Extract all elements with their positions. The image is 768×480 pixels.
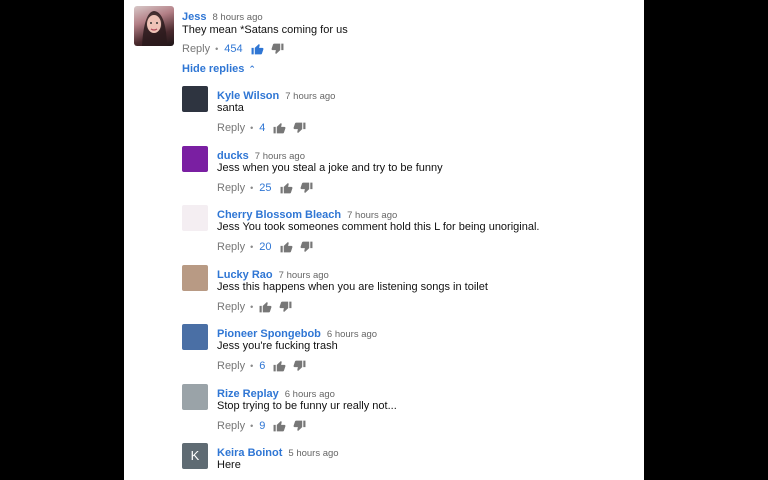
- reply-button[interactable]: Reply: [217, 122, 245, 134]
- reply-item: ducks 7 hours ago Jess when you steal a jo…: [124, 144, 644, 200]
- reply-item: Pioneer Spongebob 6 hours ago Jess you're …: [124, 322, 644, 378]
- avatar[interactable]: [182, 384, 208, 410]
- thumbs-up-icon[interactable]: [251, 43, 264, 55]
- author-name[interactable]: Keira Boinot: [217, 447, 282, 459]
- reply-button[interactable]: Reply: [217, 301, 245, 313]
- thumbs-up-icon[interactable]: [273, 420, 286, 432]
- timestamp[interactable]: 6 hours ago: [285, 389, 335, 400]
- author-name[interactable]: Rize Replay: [217, 388, 279, 400]
- hide-replies-button[interactable]: Hide replies ⌃: [182, 63, 256, 75]
- author-name[interactable]: Kyle Wilson: [217, 90, 279, 102]
- thumbs-up-icon[interactable]: [259, 301, 272, 313]
- top-comment: Jess 8 hours ago They mean *Satans coming…: [124, 0, 644, 60]
- timestamp[interactable]: 7 hours ago: [255, 151, 305, 162]
- timestamp[interactable]: 7 hours ago: [279, 270, 329, 281]
- avatar[interactable]: [182, 86, 208, 112]
- separator-dot: •: [250, 242, 254, 252]
- avatar[interactable]: [182, 324, 208, 350]
- separator-dot: •: [250, 123, 254, 133]
- thumbs-up-icon[interactable]: [273, 122, 286, 134]
- reply-button[interactable]: Reply: [182, 43, 210, 55]
- reply-item: Lucky Rao 7 hours ago Jess this happens wh…: [124, 263, 644, 319]
- separator-dot: •: [250, 421, 254, 431]
- comment-actions: Reply • 6: [217, 360, 313, 372]
- reply-button[interactable]: Reply: [217, 420, 245, 432]
- comment-text: Jess this happens when you are listening…: [217, 281, 488, 293]
- avatar[interactable]: [182, 205, 208, 231]
- thumbs-down-icon[interactable]: [293, 122, 306, 134]
- comment-actions: Reply • 454: [182, 43, 291, 55]
- timestamp[interactable]: 6 hours ago: [327, 329, 377, 340]
- comment-text: santa: [217, 102, 244, 114]
- like-count: 4: [259, 122, 266, 134]
- thumbs-down-icon[interactable]: [300, 182, 313, 194]
- thumbs-up-icon[interactable]: [280, 182, 293, 194]
- avatar-letter: K: [190, 448, 200, 463]
- comment-text: Jess You took someones comment hold this…: [217, 221, 540, 233]
- reply-button[interactable]: Reply: [217, 182, 245, 194]
- author-name[interactable]: Cherry Blossom Bleach: [217, 209, 341, 221]
- thumbs-down-icon[interactable]: [293, 360, 306, 372]
- avatar[interactable]: [182, 265, 208, 291]
- separator-dot: •: [250, 183, 254, 193]
- separator-dot: •: [215, 44, 219, 54]
- comment-text: Jess you're fucking trash: [217, 340, 338, 352]
- like-count: 6: [259, 360, 266, 372]
- thumbs-down-icon[interactable]: [279, 301, 292, 313]
- author-name[interactable]: Lucky Rao: [217, 269, 273, 281]
- reply-item: Cherry Blossom Bleach 7 hours ago Jess You…: [124, 203, 644, 259]
- comment-actions: Reply • 4: [217, 122, 313, 134]
- chevron-up-icon: ⌃: [248, 64, 256, 74]
- reply-item: Kyle Wilson 7 hours ago santa Reply • 4: [124, 84, 644, 140]
- like-count: 9: [259, 420, 266, 432]
- avatar[interactable]: K: [182, 443, 208, 469]
- comment-actions: Reply • 20: [217, 241, 320, 253]
- author-name[interactable]: ducks: [217, 150, 249, 162]
- thumbs-up-icon[interactable]: [280, 241, 293, 253]
- reply-item: Rize Replay 6 hours ago Stop trying to be …: [124, 382, 644, 438]
- separator-dot: •: [250, 361, 254, 371]
- thumbs-up-icon[interactable]: [273, 360, 286, 372]
- avatar[interactable]: [134, 6, 174, 46]
- avatar[interactable]: [182, 146, 208, 172]
- timestamp[interactable]: 5 hours ago: [288, 448, 338, 459]
- hide-replies-label: Hide replies: [182, 63, 245, 75]
- comment-text: They mean *Satans coming for us: [182, 24, 348, 36]
- comment-actions: Reply • 25: [217, 182, 320, 194]
- timestamp[interactable]: 8 hours ago: [212, 12, 262, 23]
- thumbs-down-icon[interactable]: [271, 43, 284, 55]
- timestamp[interactable]: 7 hours ago: [347, 210, 397, 221]
- author-name[interactable]: Jess: [182, 11, 206, 23]
- reply-button[interactable]: Reply: [217, 360, 245, 372]
- comments-panel: Jess 8 hours ago They mean *Satans coming…: [124, 0, 644, 480]
- like-count: 454: [224, 43, 243, 55]
- separator-dot: •: [250, 302, 254, 312]
- like-count: 25: [259, 182, 272, 194]
- comment-text: Jess when you steal a joke and try to be…: [217, 162, 443, 174]
- author-name[interactable]: Pioneer Spongebob: [217, 328, 321, 340]
- comment-header: Jess 8 hours ago: [182, 7, 263, 25]
- reply-item: K Keira Boinot 5 hours ago Here: [124, 441, 644, 480]
- comment-text: Stop trying to be funny ur really not...: [217, 400, 397, 412]
- comment-text: Here: [217, 459, 241, 471]
- thumbs-down-icon[interactable]: [293, 420, 306, 432]
- like-count: 20: [259, 241, 272, 253]
- comment-actions: Reply •: [217, 301, 299, 313]
- comment-actions: Reply • 9: [217, 420, 313, 432]
- thumbs-down-icon[interactable]: [300, 241, 313, 253]
- reply-button[interactable]: Reply: [217, 241, 245, 253]
- timestamp[interactable]: 7 hours ago: [285, 91, 335, 102]
